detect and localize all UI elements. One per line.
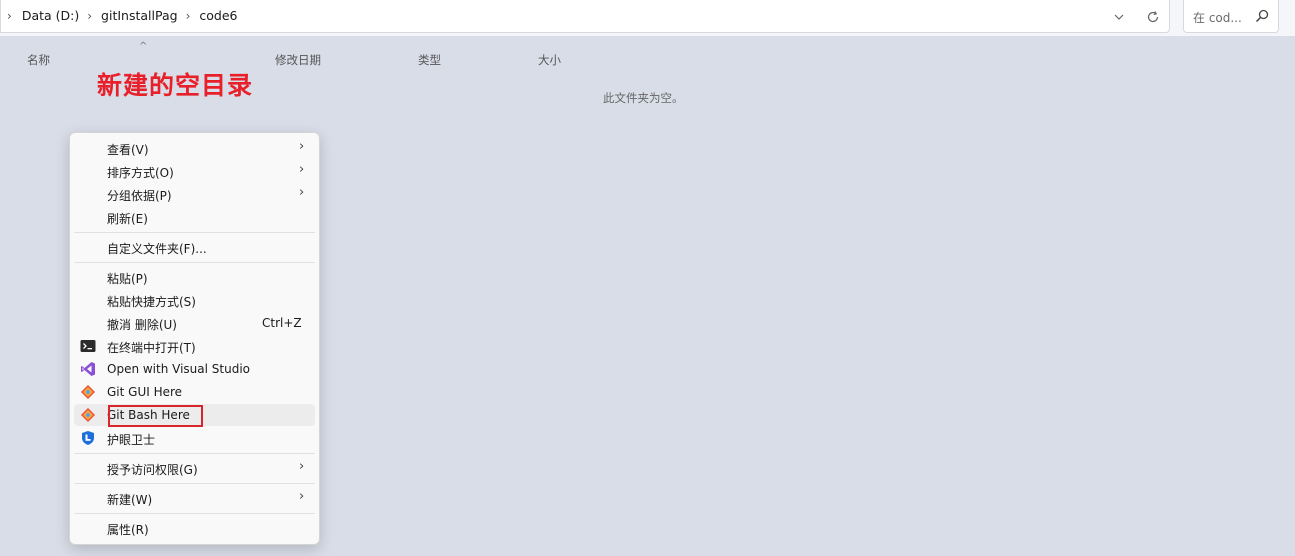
menu-divider (74, 513, 315, 514)
menu-item-paste-shortcut[interactable]: 粘贴快捷方式(S) (74, 289, 315, 311)
highlight-box (108, 405, 203, 427)
menu-item-new[interactable]: 新建(W) › (74, 487, 315, 509)
chevron-right-icon[interactable]: › (186, 9, 191, 23)
menu-item-label: Open with Visual Studio (107, 362, 250, 376)
menu-item-label: 自定义文件夹(F)... (107, 242, 207, 256)
menu-item-label: 撤消 删除(U) (107, 318, 177, 332)
empty-folder-message: 此文件夹为空。 (603, 91, 684, 105)
menu-item-customize-folder[interactable]: 自定义文件夹(F)... (74, 236, 315, 258)
breadcrumb-item-current[interactable]: code6 (199, 8, 237, 23)
menu-item-label: 粘贴快捷方式(S) (107, 295, 196, 309)
menu-item-label: 刷新(E) (107, 212, 148, 226)
breadcrumb: › Data (D:) › gitInstallPag › code6 (7, 8, 237, 23)
git-gui-icon (81, 385, 95, 399)
menu-item-sort-by[interactable]: 排序方式(O) › (74, 160, 315, 182)
chevron-right-icon: › (299, 162, 305, 177)
menu-item-label: 查看(V) (107, 143, 149, 157)
refresh-icon (1147, 11, 1159, 23)
menu-item-view[interactable]: 查看(V) › (74, 137, 315, 159)
menu-item-label: 粘贴(P) (107, 272, 148, 286)
chevron-right-icon[interactable]: › (87, 9, 92, 23)
search-placeholder: 在 cod... (1193, 11, 1242, 25)
menu-item-label: 分组依据(P) (107, 189, 172, 203)
chevron-right-icon: › (299, 489, 305, 504)
menu-item-label: Git GUI Here (107, 385, 183, 399)
menu-item-shortcut: Ctrl+Z (262, 316, 302, 330)
column-header-name[interactable]: 名称 (27, 52, 50, 68)
chevron-right-icon: › (299, 139, 305, 154)
chevron-right-icon: › (299, 185, 305, 200)
chevron-right-icon[interactable]: › (7, 9, 12, 23)
menu-divider (74, 262, 315, 263)
menu-item-label: 护眼卫士 (107, 433, 156, 447)
column-header-size[interactable]: 大小 (538, 52, 561, 68)
menu-item-eye-guard[interactable]: 护眼卫士 (74, 427, 315, 449)
history-dropdown-button[interactable] (1109, 7, 1129, 27)
menu-item-label: 在终端中打开(T) (107, 341, 196, 355)
visual-studio-icon (81, 362, 95, 376)
top-bar: › Data (D:) › gitInstallPag › code6 在 co… (0, 0, 1295, 36)
terminal-icon (80, 340, 96, 352)
menu-item-paste[interactable]: 粘贴(P) (74, 266, 315, 288)
menu-item-label: 授予访问权限(G) (107, 463, 198, 477)
search-box[interactable]: 在 cod... (1183, 0, 1279, 33)
menu-divider (74, 483, 315, 484)
menu-item-open-in-terminal[interactable]: 在终端中打开(T) (74, 335, 315, 357)
menu-item-properties[interactable]: 属性(R) (74, 517, 315, 539)
git-bash-icon (81, 408, 95, 422)
menu-item-label: 排序方式(O) (107, 166, 174, 180)
menu-item-group-by[interactable]: 分组依据(P) › (74, 183, 315, 205)
column-header-date[interactable]: 修改日期 (275, 52, 321, 68)
search-icon[interactable] (1254, 8, 1270, 24)
breadcrumb-item-folder[interactable]: gitInstallPag (101, 8, 178, 23)
menu-item-refresh[interactable]: 刷新(E) (74, 206, 315, 228)
menu-divider (74, 453, 315, 454)
eye-guard-icon (82, 431, 94, 445)
context-menu: 查看(V) › 排序方式(O) › 分组依据(P) › 刷新(E) 自定义文件夹… (69, 132, 320, 545)
menu-item-grant-access[interactable]: 授予访问权限(G) › (74, 457, 315, 479)
menu-item-git-gui-here[interactable]: Git GUI Here (74, 381, 315, 403)
menu-item-open-with-visual-studio[interactable]: Open with Visual Studio (74, 358, 315, 380)
breadcrumb-item-drive[interactable]: Data (D:) (22, 8, 79, 23)
menu-item-label: 新建(W) (107, 493, 153, 507)
address-bar[interactable]: › Data (D:) › gitInstallPag › code6 (0, 0, 1170, 33)
refresh-button[interactable] (1143, 7, 1163, 27)
column-header-type[interactable]: 类型 (418, 52, 441, 68)
chevron-down-icon (1114, 14, 1124, 20)
menu-item-label: 属性(R) (107, 523, 149, 537)
annotation-text: 新建的空目录 (97, 71, 254, 100)
chevron-right-icon: › (299, 459, 305, 474)
menu-divider (74, 232, 315, 233)
menu-item-undo-delete[interactable]: 撤消 删除(U) Ctrl+Z (74, 312, 315, 334)
sort-ascending-icon: ^ (139, 41, 148, 52)
